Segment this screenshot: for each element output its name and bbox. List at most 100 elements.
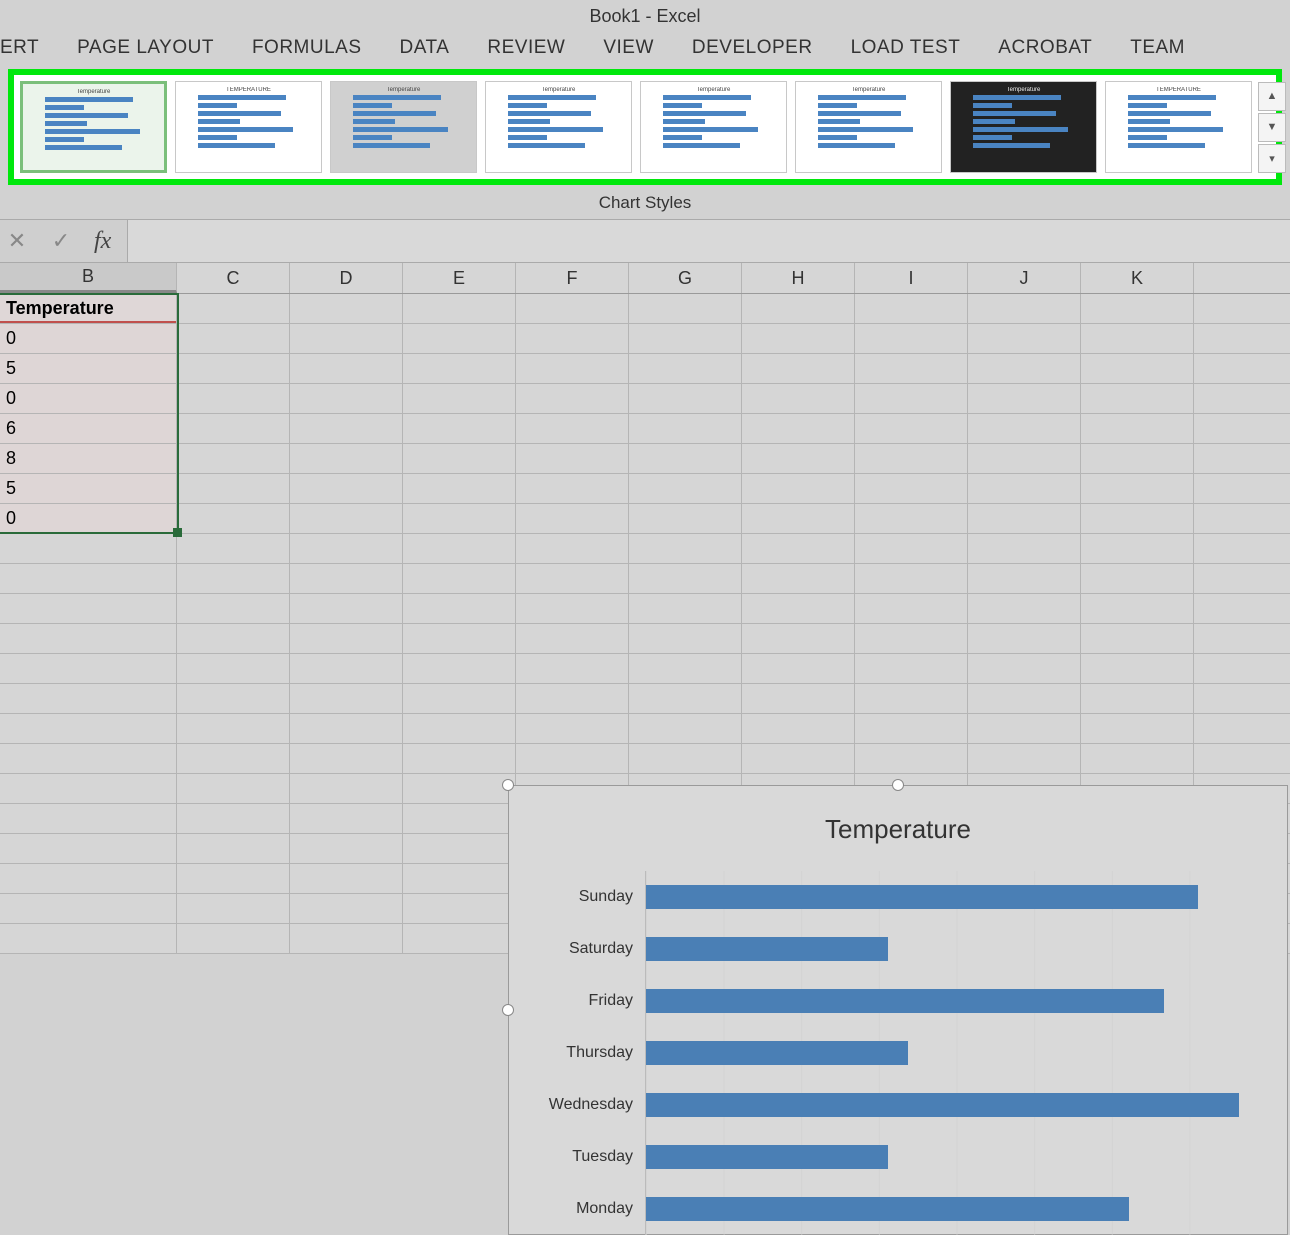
cell[interactable] [968,354,1081,383]
cell[interactable] [1081,324,1194,353]
column-header[interactable]: I [855,263,968,293]
cell[interactable] [0,624,177,653]
cell[interactable] [177,594,290,623]
cell[interactable] [403,864,516,893]
cell[interactable] [177,894,290,923]
cell[interactable] [968,654,1081,683]
column-header[interactable]: J [968,263,1081,293]
chart-bar[interactable] [646,885,1198,909]
chart-bar[interactable] [646,937,888,961]
column-header[interactable]: B [0,263,177,293]
chart-bar[interactable] [646,989,1164,1013]
resize-handle[interactable] [502,1004,514,1016]
cell[interactable] [629,624,742,653]
cell[interactable] [290,474,403,503]
cell[interactable] [403,804,516,833]
chart-style-thumb[interactable]: Temperature [20,81,167,173]
cell[interactable] [855,444,968,473]
cell[interactable] [0,864,177,893]
table-row[interactable]: 5 [0,354,1290,384]
cell[interactable] [290,924,403,953]
cell[interactable]: 5 [0,474,177,503]
cell[interactable] [0,534,177,563]
cell[interactable] [516,684,629,713]
cell[interactable] [742,624,855,653]
formula-enter-icon[interactable]: ✓ [44,224,78,258]
cell[interactable] [290,744,403,773]
cell[interactable] [855,684,968,713]
column-header[interactable]: H [742,263,855,293]
cell[interactable] [0,714,177,743]
cell[interactable] [1081,294,1194,323]
table-row[interactable]: 0 [0,324,1290,354]
cell[interactable] [403,624,516,653]
cell[interactable] [968,384,1081,413]
chart-style-thumb[interactable]: Temperature [330,81,477,173]
cell[interactable] [516,294,629,323]
cell[interactable] [177,744,290,773]
cell[interactable] [855,534,968,563]
cell[interactable] [403,444,516,473]
cell[interactable] [629,444,742,473]
cell[interactable] [516,534,629,563]
cell[interactable] [516,474,629,503]
cell[interactable] [290,804,403,833]
cell[interactable] [629,354,742,383]
table-row[interactable]: 6 [0,414,1290,444]
cell[interactable] [177,414,290,443]
cell[interactable] [1081,444,1194,473]
cell[interactable] [516,384,629,413]
cell[interactable] [629,714,742,743]
tab-developer[interactable]: DEVELOPER [692,37,813,59]
column-header[interactable]: C [177,263,290,293]
cell[interactable] [177,384,290,413]
chart-style-thumb[interactable]: Temperature [485,81,632,173]
cell[interactable] [403,294,516,323]
cell[interactable] [516,714,629,743]
cell[interactable] [1081,684,1194,713]
table-row[interactable]: 0 [0,384,1290,414]
cell[interactable]: Temperature [0,294,177,323]
cell[interactable] [1081,384,1194,413]
cell[interactable]: 0 [0,504,177,533]
cell[interactable] [290,624,403,653]
cell[interactable] [1081,564,1194,593]
cell[interactable] [177,564,290,593]
cell[interactable] [855,384,968,413]
cell[interactable] [290,774,403,803]
cell[interactable] [403,384,516,413]
cell[interactable] [742,504,855,533]
resize-handle[interactable] [502,779,514,791]
embedded-chart[interactable]: Temperature SundaySaturdayFridayThursday… [508,785,1288,1235]
cell[interactable] [742,744,855,773]
cell[interactable] [968,684,1081,713]
chart-bar[interactable] [646,1197,1129,1221]
cell[interactable] [290,894,403,923]
cell[interactable] [968,324,1081,353]
cell[interactable] [403,354,516,383]
cell[interactable] [629,534,742,563]
cell[interactable] [177,684,290,713]
table-row[interactable] [0,714,1290,744]
cell[interactable] [403,594,516,623]
cell[interactable] [742,594,855,623]
cell[interactable] [629,564,742,593]
cell[interactable] [968,534,1081,563]
table-row[interactable] [0,564,1290,594]
cell[interactable] [403,534,516,563]
cell[interactable] [1081,414,1194,443]
cell[interactable] [403,684,516,713]
cell[interactable] [403,504,516,533]
cell[interactable] [855,564,968,593]
table-row[interactable]: Temperature [0,294,1290,324]
column-header[interactable]: K [1081,263,1194,293]
cell[interactable] [0,594,177,623]
cell[interactable] [290,354,403,383]
cell[interactable] [516,444,629,473]
column-header[interactable]: F [516,263,629,293]
cell[interactable] [290,834,403,863]
chart-style-thumb[interactable]: TEMPERATURE [1105,81,1252,173]
cell[interactable] [177,444,290,473]
chart-bar[interactable] [646,1093,1239,1117]
chart-bar[interactable] [646,1041,908,1065]
